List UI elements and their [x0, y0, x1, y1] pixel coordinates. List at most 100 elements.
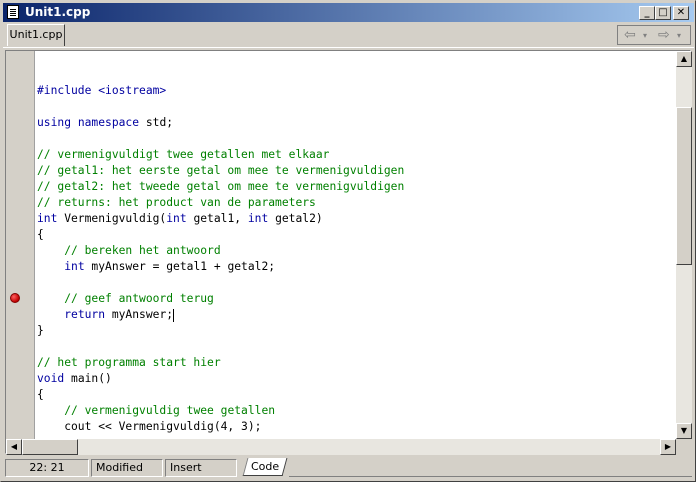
code-line[interactable]: // vermenigvuldigt twee getallen met elk…: [37, 147, 677, 163]
code-line[interactable]: [37, 275, 677, 291]
gutter-divider: [34, 51, 35, 439]
code-line[interactable]: int myAnswer = getal1 + getal2;: [37, 259, 677, 275]
cursor-position: 22: 21: [5, 459, 89, 477]
comment-token: // geef antwoord terug: [64, 292, 214, 305]
code-token: getal1,: [186, 212, 248, 225]
minimize-button[interactable]: _: [639, 6, 655, 20]
comment-token: // returns: het product van de parameter…: [37, 196, 316, 209]
tab-unit1-cpp[interactable]: Unit1.cpp: [7, 24, 65, 46]
comment-token: // het programma start hier: [37, 356, 221, 369]
code-token: {: [37, 228, 44, 241]
code-line[interactable]: // vermenigvuldig twee getallen: [37, 403, 677, 419]
scroll-down-button[interactable]: ▼: [676, 423, 692, 439]
code-token: getal2): [268, 212, 323, 225]
code-line[interactable]: [37, 99, 677, 115]
keyword-token: int: [166, 212, 187, 225]
close-icon: ✕: [676, 7, 686, 18]
code-line[interactable]: // returns: het product van de parameter…: [37, 195, 677, 211]
modified-indicator: Modified: [91, 459, 163, 477]
code-line[interactable]: }: [37, 323, 677, 339]
scroll-right-button[interactable]: ▶: [660, 439, 676, 455]
code-line[interactable]: using namespace std;: [37, 115, 677, 131]
keyword-token: using: [37, 116, 72, 129]
status-divider: [289, 476, 692, 477]
code-line[interactable]: }: [37, 435, 677, 437]
arrow-right-icon: ▶: [664, 442, 672, 451]
code-line[interactable]: // het programma start hier: [37, 355, 677, 371]
code-line[interactable]: // getal1: het eerste getal om mee te ve…: [37, 163, 677, 179]
code-line[interactable]: // getal2: het tweede getal om mee te ve…: [37, 179, 677, 195]
code-token: }: [37, 436, 44, 437]
code-line[interactable]: [37, 67, 677, 83]
code-line[interactable]: {: [37, 387, 677, 403]
window-title: Unit1.cpp: [25, 5, 91, 19]
comment-token: // vermenigvuldigt twee getallen met elk…: [37, 148, 330, 161]
breakpoint-gutter[interactable]: [6, 51, 34, 439]
file-tab-bar: Unit1.cpp ⇦ ▾ ⇨ ▾: [3, 22, 694, 48]
keyword-token: int: [247, 212, 269, 225]
code-token: myAnswer;: [105, 308, 174, 321]
arrow-up-icon: ▲: [680, 54, 688, 63]
scroll-left-button[interactable]: ◀: [6, 439, 22, 455]
code-token: Vermenigvuldig(: [57, 212, 167, 225]
comment-token: // getal1: het eerste getal om mee te ve…: [37, 164, 405, 177]
scroll-up-button[interactable]: ▲: [676, 51, 692, 67]
horizontal-scroll-thumb[interactable]: [22, 439, 78, 455]
comment-token: // bereken het antwoord: [64, 244, 221, 257]
text-caret: [173, 308, 175, 322]
code-line[interactable]: [37, 339, 677, 355]
scrollbar-corner: [676, 439, 692, 455]
code-line[interactable]: return myAnswer;: [37, 307, 677, 323]
code-token: myAnswer = getal1 + getal2;: [84, 260, 276, 273]
code-editor[interactable]: #include <iostream> using namespace std;…: [5, 50, 692, 455]
forward-arrow-icon[interactable]: ⇨: [658, 26, 670, 44]
maximize-button[interactable]: □: [655, 6, 671, 20]
keyword-token: int: [37, 212, 58, 225]
status-bar: 22: 21 Modified Insert Code: [3, 457, 694, 479]
document-icon: [7, 5, 19, 19]
tab-code-label[interactable]: Code: [251, 459, 279, 475]
back-arrow-icon[interactable]: ⇦: [624, 26, 636, 44]
forward-dropdown-icon[interactable]: ▾: [677, 26, 681, 46]
vertical-scrollbar[interactable]: ▲ ▼: [676, 51, 692, 439]
maximize-icon: □: [658, 7, 668, 18]
arrow-down-icon: ▼: [680, 426, 688, 435]
code-line[interactable]: #include <iostream>: [37, 83, 677, 99]
breakpoint-icon[interactable]: [10, 293, 20, 303]
code-line[interactable]: {: [37, 227, 677, 243]
arrow-left-icon: ◀: [10, 442, 18, 451]
navigation-buttons: ⇦ ▾ ⇨ ▾: [617, 25, 691, 45]
code-line[interactable]: // geef antwoord terug: [37, 291, 677, 307]
insert-mode-indicator[interactable]: Insert: [165, 459, 237, 477]
comment-token: // getal2: het tweede getal om mee te ve…: [37, 180, 405, 193]
vertical-scroll-thumb[interactable]: [676, 107, 692, 265]
code-line[interactable]: void main(): [37, 371, 677, 387]
keyword-token: void: [37, 372, 65, 385]
code-line[interactable]: int Vermenigvuldig(int getal1, int getal…: [37, 211, 677, 227]
code-line[interactable]: [37, 131, 677, 147]
horizontal-scrollbar[interactable]: ◀ ▶: [6, 439, 676, 455]
keyword-token: int: [64, 260, 85, 273]
code-token: {: [37, 388, 44, 401]
code-line[interactable]: cout << Vermenigvuldig(4, 3);: [37, 419, 677, 435]
code-token: cout << Vermenigvuldig(4, 3);: [37, 420, 262, 433]
code-token: }: [37, 324, 44, 337]
code-line[interactable]: // bereken het antwoord: [37, 243, 677, 259]
code-token: std;: [139, 116, 174, 129]
title-bar[interactable]: Unit1.cpp _ □ ✕: [3, 3, 694, 22]
keyword-token: namespace: [77, 116, 140, 129]
close-button[interactable]: ✕: [673, 6, 689, 20]
comment-token: // vermenigvuldig twee getallen: [64, 404, 276, 417]
back-dropdown-icon[interactable]: ▾: [643, 26, 647, 46]
minimize-icon: _: [644, 7, 650, 18]
editor-window: Unit1.cpp _ □ ✕ Unit1.cpp ⇦ ▾ ⇨ ▾ #inclu…: [0, 0, 696, 482]
preprocessor-token: #include <iostream>: [37, 84, 167, 97]
code-token: main(): [64, 372, 112, 385]
code-text-area[interactable]: #include <iostream> using namespace std;…: [37, 67, 677, 437]
